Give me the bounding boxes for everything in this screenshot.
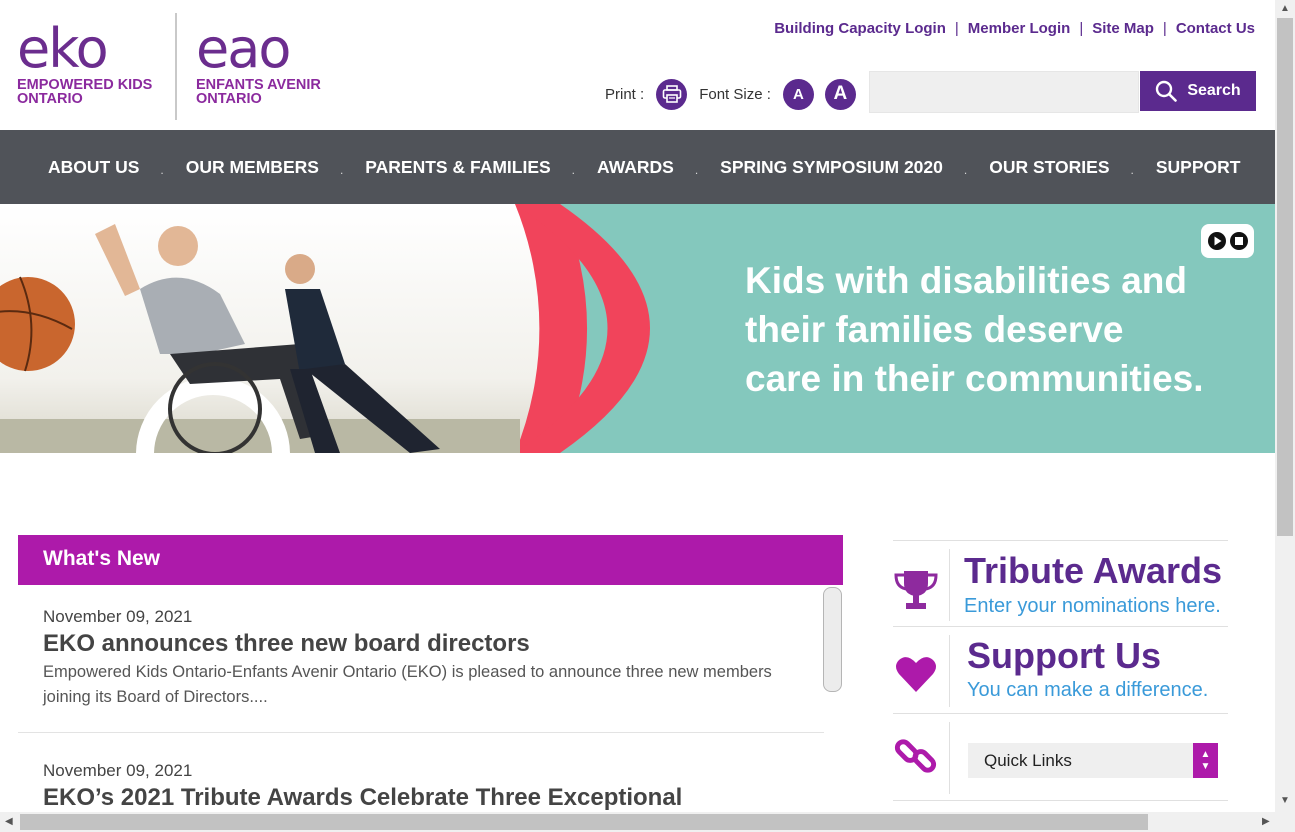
hero-banner[interactable]: Kids with disabilities and their familie… [0, 204, 1275, 453]
news-item[interactable]: November 09, 2021 EKO’s 2021 Tribute Awa… [18, 761, 824, 812]
news-title[interactable]: EKO’s 2021 Tribute Awards Celebrate Thre… [43, 784, 824, 812]
stop-icon[interactable] [1229, 231, 1249, 251]
nav-item-our-stories[interactable]: OUR STORIES [989, 157, 1109, 178]
site-map-link[interactable]: Site Map [1092, 20, 1154, 37]
sidebar-divider [949, 722, 950, 794]
page-tools: Print : Font Size : A A [605, 78, 856, 110]
horizontal-scrollbar-thumb[interactable] [20, 814, 1148, 830]
nav-item-parents-families[interactable]: PARENTS & FAMILIES [365, 157, 550, 178]
link-icon [893, 733, 938, 779]
nav-item-support[interactable]: SUPPORT [1156, 157, 1241, 178]
eko-logo-line2: ONTARIO [17, 91, 83, 107]
nav-item-spring-symposium[interactable]: SPRING SYMPOSIUM 2020 [720, 157, 943, 178]
news-title[interactable]: EKO announces three new board directors [43, 630, 824, 658]
scroll-left-icon[interactable]: ◀ [5, 816, 13, 827]
tribute-awards-title[interactable]: Tribute Awards [964, 553, 1222, 589]
member-login-link[interactable]: Member Login [968, 20, 1071, 37]
scroll-right-icon[interactable]: ▶ [1262, 816, 1270, 827]
news-date: November 09, 2021 [43, 761, 193, 780]
font-size-large-button[interactable]: A [824, 78, 856, 110]
eao-logo-word: eao [196, 17, 291, 80]
search-input[interactable] [869, 71, 1139, 113]
scroll-up-icon[interactable]: ▲ [1280, 3, 1290, 14]
top-links: Building Capacity Login | Member Login |… [774, 20, 1255, 37]
vertical-scrollbar-thumb[interactable] [1277, 18, 1293, 536]
tribute-awards-subtitle[interactable]: Enter your nominations here. [964, 595, 1221, 618]
trophy-icon [893, 569, 938, 611]
vertical-scrollbar[interactable]: ▲ ▼ [1275, 0, 1295, 812]
quick-links-selected: Quick Links [984, 751, 1072, 770]
horizontal-scrollbar[interactable]: ◀ ▶ [0, 812, 1295, 832]
sidebar-divider [949, 549, 950, 621]
banner-line: their families deserve [745, 309, 1124, 350]
main-nav: ABOUT US . OUR MEMBERS . PARENTS & FAMIL… [0, 130, 1275, 204]
play-icon[interactable] [1207, 231, 1227, 251]
nav-separator: . [339, 163, 344, 177]
heart-icon [893, 655, 938, 693]
nav-separator: . [160, 163, 164, 177]
search-icon [1156, 80, 1178, 102]
font-size-small-button[interactable]: A [782, 78, 814, 110]
support-us-box[interactable]: Support Us You can make a difference. [893, 626, 1228, 713]
hero-photo [0, 204, 700, 453]
support-us-subtitle[interactable]: You can make a difference. [967, 679, 1208, 702]
eao-logo-line2: ONTARIO [196, 91, 262, 107]
quick-links-select[interactable]: Quick Links ▲ ▼ [968, 743, 1218, 778]
slideshow-controls[interactable] [1201, 224, 1254, 258]
search-button-label: Search [1187, 82, 1241, 99]
banner-line: Kids with disabilities and [745, 260, 1188, 301]
sidebar-divider [949, 635, 950, 707]
link-separator: | [954, 20, 959, 37]
link-separator: | [1162, 20, 1167, 37]
font-size-label: Font Size : [699, 85, 771, 103]
eko-logo-word: eko [17, 17, 109, 80]
news-divider [18, 732, 824, 733]
printer-icon [662, 85, 681, 103]
support-us-title[interactable]: Support Us [967, 638, 1161, 674]
eao-logo[interactable]: eao ENFANTS AVENIR ONTARIO [196, 17, 346, 107]
eko-logo[interactable]: eko EMPOWERED KIDS ONTARIO [17, 17, 167, 107]
banner-line: care in their communities. [745, 358, 1204, 399]
whats-new-heading: What's New [18, 535, 843, 585]
logo-divider [175, 13, 177, 120]
select-arrows-icon[interactable]: ▲ ▼ [1193, 743, 1218, 778]
eao-logo-line1: ENFANTS AVENIR [196, 77, 321, 93]
tribute-awards-box[interactable]: Tribute Awards Enter your nominations he… [893, 540, 1228, 626]
contact-us-link[interactable]: Contact Us [1176, 20, 1255, 37]
news-scrollbar-thumb[interactable] [823, 587, 842, 692]
search-button[interactable]: Search [1140, 71, 1256, 111]
nav-separator: . [1130, 163, 1134, 177]
print-button[interactable] [656, 78, 688, 110]
link-separator: | [1079, 20, 1084, 37]
building-capacity-login-link[interactable]: Building Capacity Login [774, 20, 946, 37]
eko-logo-line1: EMPOWERED KIDS [17, 77, 153, 93]
page: eko EMPOWERED KIDS ONTARIO eao ENFANTS A… [0, 0, 1275, 812]
scroll-down-icon[interactable]: ▼ [1280, 795, 1290, 806]
nav-item-our-members[interactable]: OUR MEMBERS [186, 157, 319, 178]
nav-item-awards[interactable]: AWARDS [597, 157, 674, 178]
nav-separator: . [694, 163, 699, 177]
news-excerpt: Empowered Kids Ontario-Enfants Avenir On… [43, 660, 824, 710]
nav-separator: . [963, 163, 968, 177]
print-label: Print : [605, 85, 645, 103]
nav-item-about-us[interactable]: ABOUT US [48, 157, 139, 178]
nav-separator: . [571, 163, 576, 177]
banner-text: Kids with disabilities and their familie… [745, 256, 1204, 403]
news-excerpt-line: Empowered Kids Ontario-Enfants Avenir On… [43, 663, 772, 681]
news-date: November 09, 2021 [43, 607, 193, 626]
news-item[interactable]: November 09, 2021 EKO announces three ne… [18, 607, 824, 710]
news-excerpt-line: joining its Board of Directors.... [43, 688, 268, 706]
